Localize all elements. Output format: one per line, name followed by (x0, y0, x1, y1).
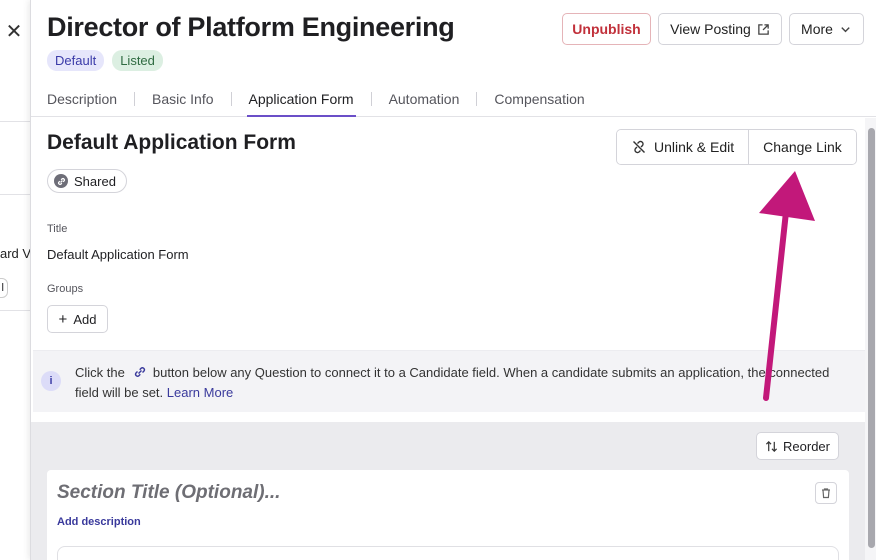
title-field-value: Default Application Form (47, 247, 189, 262)
application-form-content: Default Application Form Shared Unlink &… (31, 118, 865, 560)
divider (0, 194, 30, 195)
unlink-icon (633, 140, 645, 154)
change-link-label: Change Link (763, 139, 842, 155)
external-link-icon (758, 23, 769, 35)
groups-field-label: Groups (47, 283, 84, 295)
trash-icon (822, 488, 830, 499)
shared-badge: Shared (47, 169, 127, 193)
scrollbar-thumb[interactable] (868, 128, 875, 548)
tab-basic-info[interactable]: Basic Info (152, 82, 213, 116)
background-chip: l (0, 278, 8, 298)
tab-application-form[interactable]: Application Form (246, 82, 356, 117)
unlink-edit-label: Unlink & Edit (654, 139, 735, 155)
link-icon (54, 174, 68, 188)
form-section-card: Section Title (Optional)... Add descript… (47, 470, 849, 560)
info-text-before: Click the (75, 365, 125, 380)
info-icon: i (41, 371, 61, 391)
panel-header: Director of Platform Engineering Default… (31, 0, 876, 117)
reorder-label: Reorder (783, 438, 830, 454)
view-posting-button[interactable]: View Posting (658, 13, 782, 45)
tab-automation[interactable]: Automation (389, 82, 460, 116)
delete-section-button[interactable] (815, 482, 837, 504)
divider (0, 121, 30, 122)
form-title: Default Application Form (47, 131, 296, 154)
more-label: More (801, 21, 833, 37)
unpublish-label: Unpublish (572, 21, 641, 37)
plus-icon: + (58, 310, 68, 328)
status-badge-default: Default (47, 50, 105, 71)
question-card (57, 546, 839, 560)
add-group-label: Add (73, 311, 97, 327)
tab-separator (230, 92, 232, 106)
status-badges: Default Listed (47, 50, 163, 71)
divider (0, 310, 30, 311)
chevron-down-icon (841, 26, 850, 32)
reorder-icon (765, 440, 778, 452)
info-text: Click the button below any Question to co… (75, 363, 855, 403)
add-description-link[interactable]: Add description (57, 516, 141, 528)
tab-separator (134, 92, 136, 106)
change-link-button[interactable]: Change Link (748, 130, 856, 164)
learn-more-link[interactable]: Learn More (167, 385, 233, 400)
page-title: Director of Platform Engineering (47, 12, 455, 42)
background-text-fragment: ard Vi (0, 246, 34, 261)
scrollbar[interactable] (865, 118, 876, 560)
more-button[interactable]: More (789, 13, 864, 45)
tab-compensation[interactable]: Compensation (494, 82, 584, 116)
shared-label: Shared (74, 173, 116, 189)
reorder-button[interactable]: Reorder (756, 432, 839, 460)
status-badge-listed: Listed (112, 50, 163, 71)
unlink-edit-button[interactable]: Unlink & Edit (617, 130, 749, 164)
view-posting-label: View Posting (670, 21, 751, 37)
job-posting-panel: Director of Platform Engineering Default… (30, 0, 876, 560)
tab-separator (370, 92, 372, 106)
tab-bar: Description Basic Info Application Form … (47, 82, 585, 117)
tab-description[interactable]: Description (47, 82, 117, 116)
info-banner: i Click the button below any Question to … (33, 350, 865, 412)
link-actions: Unlink & Edit Change Link (616, 129, 857, 165)
link-icon (134, 367, 145, 377)
tab-separator (476, 92, 478, 106)
unpublish-button[interactable]: Unpublish (562, 13, 651, 45)
sections-area: Reorder Section Title (Optional)... Add … (31, 422, 865, 560)
section-title-input[interactable]: Section Title (Optional)... (57, 482, 280, 504)
add-group-button[interactable]: + Add (47, 305, 108, 333)
title-field-label: Title (47, 223, 68, 235)
close-icon[interactable]: ✕ (4, 22, 24, 42)
